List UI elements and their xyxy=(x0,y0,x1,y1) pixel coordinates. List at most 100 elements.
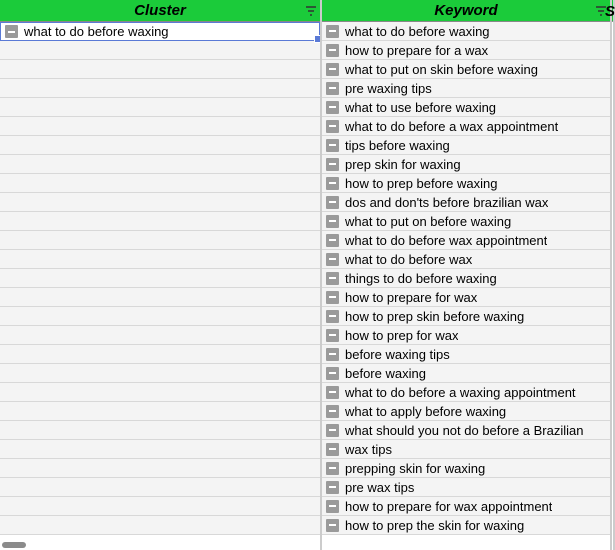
cluster-row-empty[interactable] xyxy=(0,516,320,535)
keyword-row[interactable]: what to put on before waxing xyxy=(322,212,610,231)
cluster-row-empty[interactable] xyxy=(0,155,320,174)
keyword-row[interactable]: what to do before wax xyxy=(322,250,610,269)
collapse-icon[interactable] xyxy=(326,291,339,304)
cluster-row-empty[interactable] xyxy=(0,41,320,60)
collapse-icon[interactable] xyxy=(326,519,339,532)
keyword-cell-text: what to do before wax appointment xyxy=(345,233,547,248)
collapse-icon[interactable] xyxy=(326,386,339,399)
cluster-row-empty[interactable] xyxy=(0,193,320,212)
keyword-row[interactable]: how to prep the skin for waxing xyxy=(322,516,610,535)
collapse-icon[interactable] xyxy=(326,177,339,190)
keyword-cell-text: before waxing xyxy=(345,366,426,381)
collapse-icon[interactable] xyxy=(326,253,339,266)
keyword-row[interactable]: what to use before waxing xyxy=(322,98,610,117)
keyword-row[interactable]: how to prepare for wax appointment xyxy=(322,497,610,516)
keyword-header[interactable]: Keyword xyxy=(322,0,610,22)
keyword-row[interactable]: before waxing xyxy=(322,364,610,383)
collapse-icon[interactable] xyxy=(326,310,339,323)
collapse-icon[interactable] xyxy=(326,82,339,95)
horizontal-scrollbar[interactable] xyxy=(2,542,26,548)
keyword-row[interactable]: how to prepare for a wax xyxy=(322,41,610,60)
collapse-icon[interactable] xyxy=(326,120,339,133)
cluster-row-empty[interactable] xyxy=(0,383,320,402)
extra-body xyxy=(612,22,613,550)
keyword-row[interactable]: dos and don'ts before brazilian wax xyxy=(322,193,610,212)
collapse-icon[interactable] xyxy=(326,443,339,456)
cluster-row-empty[interactable] xyxy=(0,307,320,326)
cluster-row-empty[interactable] xyxy=(0,326,320,345)
collapse-icon[interactable] xyxy=(326,44,339,57)
keyword-cell-text: how to prep for wax xyxy=(345,328,458,343)
keyword-row[interactable]: what to do before waxing xyxy=(322,22,610,41)
keyword-cell-text: what to apply before waxing xyxy=(345,404,506,419)
keyword-row[interactable]: tips before waxing xyxy=(322,136,610,155)
keyword-row[interactable]: what to do before wax appointment xyxy=(322,231,610,250)
cluster-row-empty[interactable] xyxy=(0,98,320,117)
collapse-icon[interactable] xyxy=(326,101,339,114)
collapse-icon[interactable] xyxy=(326,215,339,228)
keyword-row[interactable]: prep skin for waxing xyxy=(322,155,610,174)
collapse-icon[interactable] xyxy=(326,139,339,152)
keyword-row[interactable]: what to put on skin before waxing xyxy=(322,60,610,79)
cluster-row-empty[interactable] xyxy=(0,60,320,79)
cluster-row-empty[interactable] xyxy=(0,402,320,421)
cluster-row-empty[interactable] xyxy=(0,269,320,288)
collapse-icon[interactable] xyxy=(326,158,339,171)
cluster-row-empty[interactable] xyxy=(0,459,320,478)
keyword-row[interactable]: wax tips xyxy=(322,440,610,459)
cluster-row-empty[interactable] xyxy=(0,174,320,193)
keyword-row[interactable]: what to do before a waxing appointment xyxy=(322,383,610,402)
collapse-icon[interactable] xyxy=(326,63,339,76)
filter-icon[interactable] xyxy=(306,6,316,16)
keyword-row[interactable]: prepping skin for waxing xyxy=(322,459,610,478)
collapse-icon[interactable] xyxy=(326,196,339,209)
collapse-icon[interactable] xyxy=(326,481,339,494)
cluster-header[interactable]: Cluster xyxy=(0,0,320,22)
cluster-row-empty[interactable] xyxy=(0,497,320,516)
keyword-cell-text: how to prep the skin for waxing xyxy=(345,518,524,533)
keyword-cell-text: what to do before a waxing appointment xyxy=(345,385,576,400)
keyword-row[interactable]: pre wax tips xyxy=(322,478,610,497)
keyword-cell-text: tips before waxing xyxy=(345,138,450,153)
cluster-row-empty[interactable] xyxy=(0,117,320,136)
cluster-row-empty[interactable] xyxy=(0,212,320,231)
cluster-body: what to do before waxing xyxy=(0,22,320,550)
keyword-row[interactable]: things to do before waxing xyxy=(322,269,610,288)
collapse-icon[interactable] xyxy=(326,462,339,475)
collapse-icon[interactable] xyxy=(326,234,339,247)
cluster-cell-text: what to do before waxing xyxy=(24,24,169,39)
collapse-icon[interactable] xyxy=(326,272,339,285)
collapse-icon[interactable] xyxy=(5,25,18,38)
cluster-row-empty[interactable] xyxy=(0,364,320,383)
cluster-row-empty[interactable] xyxy=(0,250,320,269)
collapse-icon[interactable] xyxy=(326,348,339,361)
keyword-row[interactable]: what to apply before waxing xyxy=(322,402,610,421)
keyword-row[interactable]: before waxing tips xyxy=(322,345,610,364)
keyword-cell-text: how to prepare for wax appointment xyxy=(345,499,552,514)
cluster-column: Cluster what to do before waxing xyxy=(0,0,322,550)
cluster-row-empty[interactable] xyxy=(0,136,320,155)
cluster-row-empty[interactable] xyxy=(0,345,320,364)
keyword-cell-text: how to prep skin before waxing xyxy=(345,309,524,324)
keyword-cell-text: before waxing tips xyxy=(345,347,450,362)
keyword-row[interactable]: what to do before a wax appointment xyxy=(322,117,610,136)
collapse-icon[interactable] xyxy=(326,367,339,380)
keyword-row[interactable]: pre waxing tips xyxy=(322,79,610,98)
keyword-row[interactable]: how to prep for wax xyxy=(322,326,610,345)
keyword-row[interactable]: how to prepare for wax xyxy=(322,288,610,307)
cluster-row-empty[interactable] xyxy=(0,288,320,307)
cluster-row-empty[interactable] xyxy=(0,231,320,250)
cluster-row-empty[interactable] xyxy=(0,440,320,459)
cluster-row[interactable]: what to do before waxing xyxy=(0,22,320,41)
keyword-row[interactable]: how to prep skin before waxing xyxy=(322,307,610,326)
cluster-row-empty[interactable] xyxy=(0,421,320,440)
cluster-row-empty[interactable] xyxy=(0,79,320,98)
collapse-icon[interactable] xyxy=(326,405,339,418)
collapse-icon[interactable] xyxy=(326,329,339,342)
collapse-icon[interactable] xyxy=(326,424,339,437)
collapse-icon[interactable] xyxy=(326,25,339,38)
collapse-icon[interactable] xyxy=(326,500,339,513)
cluster-row-empty[interactable] xyxy=(0,478,320,497)
keyword-row[interactable]: what should you not do before a Brazilia… xyxy=(322,421,610,440)
keyword-row[interactable]: how to prep before waxing xyxy=(322,174,610,193)
